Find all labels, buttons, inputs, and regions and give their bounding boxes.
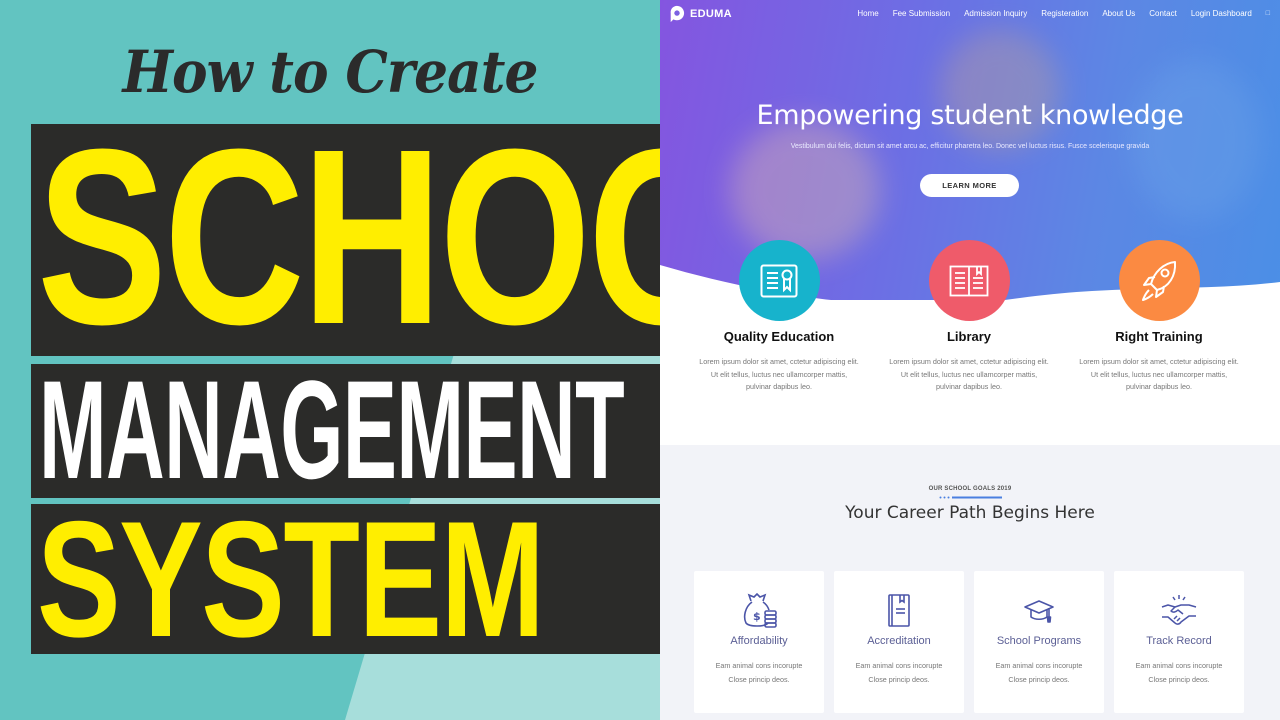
card-title: Accreditation (867, 635, 931, 647)
nav-menu: Home Fee Submission Admission Inquiry Re… (857, 9, 1270, 18)
feature-title: Quality Education (723, 329, 835, 344)
nav-registration[interactable]: Registeration (1041, 9, 1088, 18)
site-logo[interactable]: EDUMA (668, 5, 732, 23)
title-band-management: MANAGEMENT (31, 364, 660, 498)
top-navigation: EDUMA Home Fee Submission Admission Inqu… (660, 0, 1280, 30)
feature-text: Lorem ipsum dolor sit amet, cctetur adip… (889, 357, 1049, 391)
card-text-line: Close princip deos. (1148, 675, 1210, 684)
book-icon (888, 594, 910, 627)
card-text: Eam animal cons incorupte Close princip … (834, 659, 964, 687)
card-text: Eam animal cons incorupte Close princip … (974, 659, 1104, 687)
thumbnail-word-school: SCHOOL (37, 124, 660, 356)
graduation-cap-icon (1024, 600, 1054, 623)
money-bag-icon: $ (743, 593, 777, 628)
nav-fee-submission[interactable]: Fee Submission (893, 9, 950, 18)
card-track-record[interactable]: Track Record Eam animal cons incorupte C… (1114, 571, 1244, 713)
hero-photo-area (730, 120, 880, 260)
feature-icon-circle (928, 240, 1010, 321)
card-school-programs[interactable]: School Programs Eam animal cons incorupt… (974, 571, 1104, 713)
hero-title: Empowering student knowledge (756, 100, 1184, 131)
certificate-icon (760, 264, 798, 297)
feature-quality-education: Quality Education Lorem ipsum dolor sit … (684, 240, 874, 394)
nav-contact[interactable]: Contact (1149, 9, 1177, 18)
card-text: Eam animal cons incorupte Close princip … (694, 659, 824, 687)
handshake-icon (1161, 595, 1197, 625)
goals-title: Your Career Path Begins Here (845, 503, 1095, 523)
feature-title: Library (946, 329, 992, 344)
learn-more-button[interactable]: LEARN MORE (920, 174, 1019, 197)
card-text-line: Close princip deos. (1008, 675, 1070, 684)
website-preview: EDUMA Home Fee Submission Admission Inqu… (660, 0, 1280, 720)
nav-home[interactable]: Home (857, 9, 878, 18)
feature-icon-circle (1118, 240, 1200, 321)
nav-admission-inquiry[interactable]: Admission Inquiry (964, 9, 1027, 18)
eduma-logo-icon (670, 5, 685, 23)
nav-login-dashboard[interactable]: Login Dashboard (1191, 9, 1252, 18)
thumbnail-panel: How to Create SCHOOL MANAGEMENT SYSTEM (0, 0, 660, 720)
hero-photo-area (1130, 60, 1260, 220)
feature-right-training: Right Training Lorem ipsum dolor sit ame… (1064, 240, 1254, 394)
nav-about-us[interactable]: About Us (1102, 9, 1135, 18)
thumbnail-word-system: SYSTEM (37, 504, 545, 654)
feature-icon-circle (738, 240, 820, 321)
card-text-line: Eam animal cons incorupte (1135, 661, 1223, 670)
card-title: Affordability (730, 635, 788, 647)
feature-title: Right Training (1115, 329, 1203, 344)
card-title: Track Record (1146, 635, 1212, 647)
feature-library: Library Lorem ipsum dolor sit amet, ccte… (874, 240, 1064, 394)
goals-kicker: OUR SCHOOL GOALS 2019 (928, 486, 1012, 492)
goals-divider (939, 496, 1002, 499)
card-text-line: Eam animal cons incorupte (715, 661, 803, 670)
card-text-line: Eam animal cons incorupte (995, 661, 1083, 670)
title-band-system: SYSTEM (31, 504, 660, 654)
thumbnail-word-management: MANAGEMENT (39, 364, 625, 498)
title-band-school: SCHOOL (31, 124, 660, 356)
card-affordability[interactable]: $ Affordability Eam animal cons incorupt… (694, 571, 824, 713)
card-title: School Programs (996, 635, 1082, 647)
card-text-line: Close princip deos. (728, 675, 790, 684)
rocket-icon (1142, 260, 1177, 301)
thumbnail-script-title: How to Create (122, 38, 538, 106)
card-accreditation[interactable]: Accreditation Eam animal cons incorupte … (834, 571, 964, 713)
card-text-line: Close princip deos. (868, 675, 930, 684)
search-icon[interactable]: □ (1266, 10, 1270, 17)
open-book-icon (949, 265, 989, 296)
card-text: Eam animal cons incorupte Close princip … (1114, 659, 1244, 687)
svg-text:$: $ (753, 610, 761, 623)
card-text-line: Eam animal cons incorupte (855, 661, 943, 670)
logo-text: EDUMA (690, 8, 732, 20)
hero-subtitle: Vestibulum dui felis, dictum sit amet ar… (790, 143, 1150, 150)
feature-text: Lorem ipsum dolor sit amet, cctetur adip… (699, 357, 859, 391)
hero-photo-area (940, 30, 1060, 150)
feature-text: Lorem ipsum dolor sit amet, cctetur adip… (1079, 357, 1239, 391)
